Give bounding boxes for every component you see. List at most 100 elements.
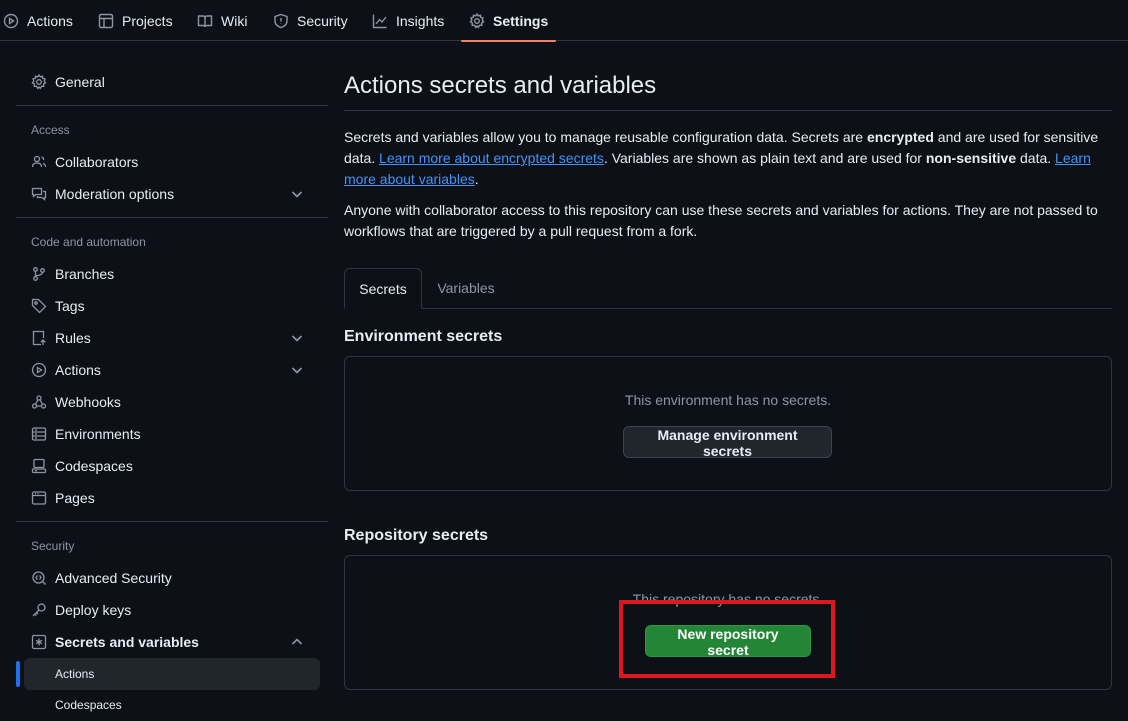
tab-settings[interactable]: Settings <box>460 0 557 42</box>
intro-bold-encrypted: encrypted <box>866 129 934 145</box>
access-note: Anyone with collaborator access to this … <box>344 202 1098 239</box>
intro-text-1: Secrets and variables allow you to manag… <box>344 129 867 145</box>
repository-secrets-title: Repository secrets <box>344 527 489 544</box>
sidebar-item-label: Environments <box>55 426 141 442</box>
sidebar-item-label: Advanced Security <box>55 570 172 586</box>
section-heading-security: Security <box>31 539 75 553</box>
page-title: Actions secrets and variables <box>344 72 657 99</box>
comment-discussion-icon <box>31 187 47 201</box>
chevron-down-icon <box>291 367 303 374</box>
play-icon <box>31 362 47 378</box>
intro-paragraph: Secrets and variables allow you to manag… <box>344 127 1112 190</box>
graph-icon <box>372 14 387 28</box>
tab-label: Settings <box>493 12 549 29</box>
sidebar-item-collaborators[interactable]: Collaborators <box>16 146 320 178</box>
repo-push-icon <box>32 330 46 346</box>
sidebar-item-label: Moderation options <box>55 186 175 202</box>
chevron-up-icon <box>291 638 303 645</box>
section-heading-access: Access <box>31 123 70 137</box>
learn-more-encrypted-link[interactable]: Learn more about encrypted secrets <box>379 150 604 166</box>
sidebar-item-label: Rules <box>55 330 91 346</box>
tab-label: Wiki <box>221 12 248 29</box>
sidebar-item-label: Collaborators <box>55 154 139 170</box>
repository-secrets-box: This repository has no secrets. New repo… <box>344 555 1112 690</box>
server-icon <box>31 427 47 441</box>
intro-text-5: . <box>474 171 479 187</box>
sidebar-item-webhooks[interactable]: Webhooks <box>16 386 320 418</box>
browser-icon <box>31 491 47 505</box>
sidebar-item-pages[interactable]: Pages <box>16 482 320 514</box>
sidebar-item-branches[interactable]: Branches <box>16 258 320 290</box>
chevron-down-icon <box>291 191 303 198</box>
chevron-down-icon <box>291 335 303 342</box>
people-icon <box>31 155 47 168</box>
sidebar-item-advanced-security[interactable]: Advanced Security <box>16 562 320 594</box>
secrets-tabs: Secrets Variables <box>344 268 1112 309</box>
sidebar-item-secrets-variables[interactable]: Secrets and variables <box>16 626 320 658</box>
new-repository-secret-button[interactable]: New repository secret <box>645 625 811 658</box>
sidebar-item-label: Actions <box>55 362 101 378</box>
sidebar-item-label: General <box>55 74 105 90</box>
sidebar-item-rules[interactable]: Rules <box>16 322 320 354</box>
main-content: Actions secrets and variables Secrets an… <box>344 41 1112 705</box>
tab-actions[interactable]: Actions <box>3 0 73 41</box>
sidebar-item-label: Secrets and variables <box>55 634 199 650</box>
environment-empty-message: This environment has no secrets. <box>624 392 832 408</box>
book-icon <box>197 14 213 27</box>
tab-label: Projects <box>122 12 173 29</box>
tab-label: Security <box>297 12 348 29</box>
tab-projects[interactable]: Projects <box>98 0 173 41</box>
tab-wiki[interactable]: Wiki <box>197 0 247 41</box>
manage-environment-secrets-button[interactable]: Manage environment secrets <box>623 426 832 459</box>
sidebar-subitem-codespaces[interactable]: Codespaces <box>24 689 320 721</box>
sidebar-item-codespaces[interactable]: Codespaces <box>16 450 320 482</box>
sidebar-item-label: Codespaces <box>55 698 122 712</box>
environment-secrets-title: Environment secrets <box>344 328 503 345</box>
sidebar-item-moderation[interactable]: Moderation options <box>16 178 320 210</box>
sidebar-subitem-actions[interactable]: Actions <box>24 658 320 690</box>
key-asterisk-icon <box>31 634 47 650</box>
sidebar-item-deploy-keys[interactable]: Deploy keys <box>16 594 320 626</box>
tag-icon <box>31 298 47 314</box>
sidebar-item-label: Webhooks <box>55 394 121 410</box>
sidebar-item-label: Codespaces <box>55 458 133 474</box>
intro-text-4: data. <box>1016 150 1056 166</box>
codescan-icon <box>32 571 46 585</box>
tab-label: Actions <box>27 12 73 29</box>
tab-secrets[interactable]: Secrets <box>344 268 422 309</box>
sidebar-item-label: Actions <box>55 667 95 681</box>
divider <box>16 521 328 522</box>
section-heading-code: Code and automation <box>31 235 146 249</box>
repository-empty-message: This repository has no secrets. <box>632 591 824 607</box>
sidebar-item-environments[interactable]: Environments <box>16 418 320 450</box>
table-icon <box>98 13 114 28</box>
repo-nav: Actions Projects Wiki Security Insights … <box>0 0 1128 42</box>
sidebar-item-actions[interactable]: Actions <box>16 354 320 386</box>
sidebar-item-label: Tags <box>55 298 85 314</box>
sidebar-item-tags[interactable]: Tags <box>16 290 320 322</box>
webhook-icon <box>31 395 47 409</box>
sidebar-item-label: Branches <box>55 266 115 282</box>
codespaces-icon <box>31 458 47 474</box>
sidebar-item-label: Pages <box>55 490 95 506</box>
settings-sidebar: General Access Collaborators Moderation … <box>16 41 328 712</box>
intro-bold-non-sensitive: non-sensitive <box>925 150 1017 166</box>
gear-icon <box>31 74 47 90</box>
sidebar-item-label: Deploy keys <box>55 602 132 618</box>
git-branch-icon <box>33 267 45 281</box>
divider <box>16 105 328 106</box>
key-icon <box>32 603 46 617</box>
gear-icon <box>469 12 485 29</box>
shield-icon <box>274 13 288 28</box>
tab-label: Insights <box>396 12 445 29</box>
divider <box>16 217 328 218</box>
tab-variables[interactable]: Variables <box>422 268 510 308</box>
sidebar-item-general[interactable]: General <box>16 66 320 98</box>
intro-text-3: . Variables are shown as plain text and … <box>603 150 926 166</box>
tab-insights[interactable]: Insights <box>372 0 444 41</box>
play-icon <box>3 13 19 28</box>
tab-security[interactable]: Security <box>273 0 348 41</box>
selected-indicator <box>16 661 20 687</box>
environment-secrets-box: This environment has no secrets. Manage … <box>344 356 1112 491</box>
title-divider <box>344 110 1112 111</box>
